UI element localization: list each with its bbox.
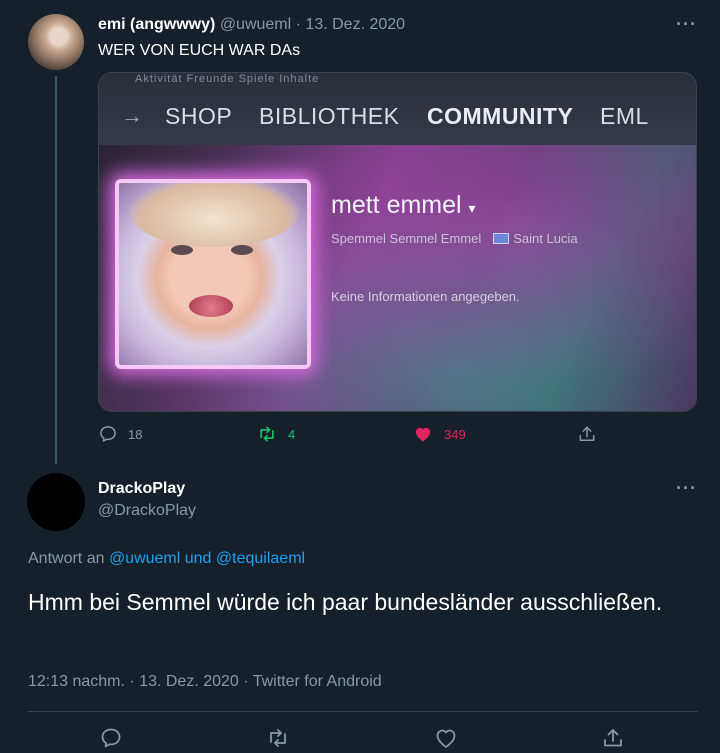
reply-users-link[interactable]: @uwueml und @tequilaeml <box>109 550 305 567</box>
flag-icon <box>493 233 510 244</box>
profile-subline: Spemmel Semmel Emmel Saint Lucia <box>331 231 578 246</box>
nav-community: COMMUNITY <box>427 103 574 129</box>
avatar[interactable] <box>27 473 85 531</box>
thread-line <box>55 76 57 464</box>
profile-picture <box>115 179 311 369</box>
like-button[interactable]: 349 <box>412 424 466 444</box>
avatar[interactable] <box>28 14 84 70</box>
profile-name-text: mett emmel <box>331 191 462 219</box>
tweet-media-image[interactable]: Aktivität Freunde Spiele Inhalte → SHOP … <box>98 72 697 412</box>
retweet-button[interactable] <box>265 726 291 750</box>
reply-prefix: Antwort an <box>28 550 109 567</box>
nav-eml: EML <box>600 103 649 129</box>
handle[interactable]: @DrackoPlay <box>98 502 196 520</box>
reply-icon <box>100 426 116 442</box>
display-name[interactable]: emi (angwwwy) <box>98 16 215 33</box>
tweet-timestamp[interactable]: 12:13 nachm. · 13. Dez. 2020 · Twitter f… <box>28 673 382 691</box>
caret-down-icon: ▾ <box>468 200 476 216</box>
tweet-header: emi (angwwwy) @uwueml · 13. Dez. 2020 <box>98 16 405 34</box>
reply-icon <box>101 728 121 748</box>
like-button[interactable] <box>433 726 459 750</box>
profile-info: Keine Informationen angegeben. <box>331 289 520 304</box>
retweet-count: 4 <box>288 426 296 442</box>
tweet-actions <box>0 726 720 753</box>
reply-to-line: Antwort an @uwueml und @tequilaeml <box>28 550 305 568</box>
faint-nav-text: Aktivität Freunde Spiele Inhalte <box>135 73 320 85</box>
profile-realname: Spemmel Semmel Emmel <box>331 231 482 246</box>
share-icon <box>604 729 622 747</box>
reply-button[interactable]: 18 <box>98 424 142 444</box>
mouth-shape <box>189 295 233 317</box>
tweet-original: emi (angwwwy) @uwueml · 13. Dez. 2020 ··… <box>0 0 720 470</box>
eye-right <box>231 245 253 255</box>
retweet-button[interactable]: 4 <box>256 424 295 444</box>
divider <box>28 711 698 712</box>
share-button[interactable] <box>577 424 597 444</box>
reply-count: 18 <box>128 426 143 442</box>
like-count: 349 <box>444 426 466 442</box>
like-icon <box>415 427 431 442</box>
arrow-right-icon: → <box>121 103 143 128</box>
tweet-text: Hmm bei Semmel würde ich paar bundesländ… <box>28 589 663 615</box>
share-button[interactable] <box>601 726 625 750</box>
tweet-reply: DrackoPlay @DrackoPlay ··· Antwort an @u… <box>0 470 720 753</box>
more-icon[interactable]: ··· <box>676 478 697 499</box>
separator: · <box>295 16 301 33</box>
retweet-icon <box>260 426 274 442</box>
tweet-text: WER VON EUCH WAR DAs <box>98 42 301 59</box>
nav-bibliothek: BIBLIOTHEK <box>259 103 400 129</box>
profile-location: Saint Lucia <box>513 231 578 246</box>
share-icon <box>579 426 595 441</box>
eye-left <box>171 245 193 255</box>
more-icon[interactable]: ··· <box>676 14 697 35</box>
reply-button[interactable] <box>99 726 123 750</box>
handle[interactable]: @uwueml <box>220 16 291 33</box>
store-nav-bar: Aktivität Freunde Spiele Inhalte → SHOP … <box>99 73 696 145</box>
tweet-date[interactable]: 13. Dez. 2020 <box>305 16 405 33</box>
display-name[interactable]: DrackoPlay <box>98 480 185 498</box>
tweet-actions: 18 4 349 <box>98 424 618 448</box>
profile-name: mett emmel ▾ <box>331 191 476 220</box>
hair-shape <box>129 183 299 247</box>
like-icon <box>436 729 456 748</box>
nav-shop: SHOP <box>165 103 233 129</box>
retweet-icon <box>270 729 286 747</box>
